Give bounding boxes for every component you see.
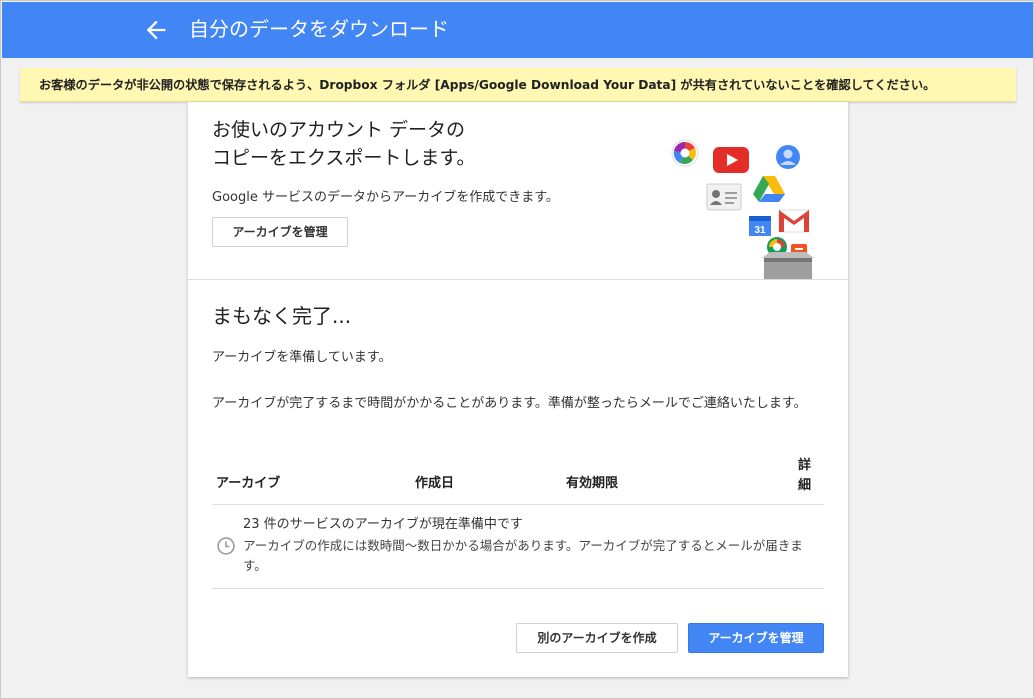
manage-archives-button-top[interactable]: アーカイブを管理 (212, 217, 348, 247)
column-header-details: 詳細 (798, 458, 812, 493)
manage-archives-button[interactable]: アーカイブを管理 (688, 623, 824, 653)
clock-icon (217, 537, 235, 555)
table-row-divider (212, 588, 824, 589)
service-icons-illustration: 31 (668, 132, 848, 280)
picasa-icon (671, 139, 699, 167)
status-title: まもなく完了... (212, 304, 352, 328)
create-another-archive-button[interactable]: 別のアーカイブを作成 (516, 623, 678, 653)
row-description: アーカイブの作成には数時間〜数日かかる場合があります。アーカイブが完了するとメー… (243, 538, 803, 573)
table-header-divider (212, 504, 824, 505)
contacts-icon (776, 145, 800, 169)
calendar-icon: 31 (749, 216, 771, 236)
status-description: アーカイブが完了するまで時間がかかることがあります。準備が整ったらメールでご連絡… (212, 396, 807, 411)
window: 自分のデータをダウンロード お客様のデータが非公開の状態で保存されるよう、Dro… (0, 0, 1034, 699)
youtube-icon (713, 147, 749, 173)
row-title: 23 件のサービスのアーカイブが現在準備中です (243, 517, 523, 532)
column-header-created: 作成日 (415, 476, 455, 491)
intro-title: お使いのアカウント データの コピーをエクスポートします。 (212, 116, 476, 172)
warning-banner: お客様のデータが非公開の状態で保存されるよう、Dropbox フォルダ [App… (20, 68, 1016, 102)
intro-title-line2: コピーをエクスポートします。 (212, 147, 476, 169)
page-title: 自分のデータをダウンロード (189, 17, 449, 41)
app-header: 自分のデータをダウンロード (2, 2, 1033, 58)
column-header-expires: 有効期限 (566, 476, 619, 491)
intro-title-line1: お使いのアカウント データの (212, 119, 466, 141)
archive-box-icon (762, 252, 814, 280)
intro-description: Google サービスのデータからアーカイブを作成できます。 (212, 190, 559, 205)
profile-card-icon (706, 183, 742, 211)
drive-icon (753, 176, 785, 202)
gmail-icon (778, 209, 810, 233)
svg-text:31: 31 (754, 225, 766, 236)
main-card: お使いのアカウント データの コピーをエクスポートします。 Google サービ… (188, 102, 848, 677)
status-subtitle: アーカイブを準備しています。 (212, 350, 392, 365)
back-button[interactable] (142, 16, 170, 44)
section-divider (188, 279, 848, 280)
column-header-archive: アーカイブ (216, 476, 281, 491)
arrow-left-icon (146, 20, 166, 40)
